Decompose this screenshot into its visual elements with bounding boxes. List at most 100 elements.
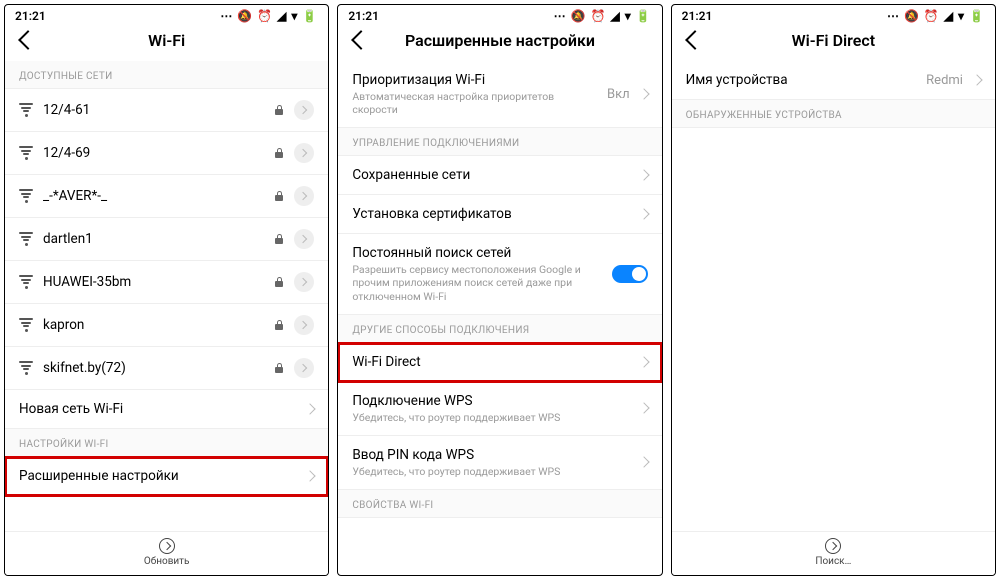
wifi-network-row[interactable]: skifnet.by(72) bbox=[5, 347, 328, 390]
screen-advanced: 21:21 ⋯ 🔕 ⏰ ◢ ▾ 🔋 Расширенные настройки … bbox=[337, 4, 662, 576]
network-name: HUAWEI-35bm bbox=[43, 274, 264, 290]
footer-label: Обновить bbox=[144, 556, 190, 567]
network-details-button[interactable] bbox=[294, 100, 314, 120]
saved-networks-label: Сохраненные сети bbox=[352, 167, 629, 183]
wifi-icon bbox=[19, 232, 33, 246]
wifi-icon bbox=[19, 103, 33, 117]
wps-connect-sub: Убедитесь, что роутер поддерживает WPS bbox=[352, 411, 629, 424]
header: Wi-Fi bbox=[5, 25, 328, 61]
wifi-icon bbox=[19, 318, 33, 332]
new-network-row[interactable]: Новая сеть Wi-Fi bbox=[5, 390, 328, 429]
back-icon[interactable] bbox=[351, 30, 371, 50]
status-icons: ⋯ 🔕 ⏰ ◢ ▾ 🔋 bbox=[220, 9, 318, 23]
wifi-network-row[interactable]: dartlen1 bbox=[5, 218, 328, 261]
refresh-icon bbox=[159, 538, 175, 554]
always-scan-row[interactable]: Постоянный поиск сетей Разрешить сервису… bbox=[338, 234, 661, 314]
section-wifi-props: СВОЙСТВА WI-FI bbox=[338, 490, 661, 518]
network-name: _-*AVER*-_ bbox=[43, 188, 264, 204]
saved-networks-row[interactable]: Сохраненные сети bbox=[338, 156, 661, 195]
section-wifi-settings: НАСТРОЙКИ WI-FI bbox=[5, 429, 328, 457]
wifi-icon bbox=[19, 189, 33, 203]
priority-value: Вкл bbox=[607, 87, 630, 102]
status-icons: ⋯ 🔕 ⏰ ◢ ▾ 🔋 bbox=[887, 9, 985, 23]
chevron-right-icon bbox=[638, 457, 649, 468]
wifi-network-row[interactable]: HUAWEI-35bm bbox=[5, 261, 328, 304]
network-name: 12/4-69 bbox=[43, 145, 264, 161]
screen-wifi-direct: 21:21 ⋯ 🔕 ⏰ ◢ ▾ 🔋 Wi-Fi Direct Имя устро… bbox=[671, 4, 996, 576]
lock-icon bbox=[274, 148, 284, 158]
advanced-settings-row[interactable]: Расширенные настройки bbox=[5, 457, 328, 496]
network-details-button[interactable] bbox=[294, 143, 314, 163]
content: Приоритизация Wi-Fi Автоматическая настр… bbox=[338, 61, 661, 575]
page-title: Wi-Fi Direct bbox=[672, 31, 995, 50]
network-details-button[interactable] bbox=[294, 186, 314, 206]
chevron-right-icon bbox=[638, 403, 649, 414]
back-icon[interactable] bbox=[685, 30, 705, 50]
lock-icon bbox=[274, 234, 284, 244]
chevron-right-icon bbox=[299, 235, 307, 243]
network-details-button[interactable] bbox=[294, 315, 314, 335]
wps-pin-sub: Убедитесь, что роутер поддерживает WPS bbox=[352, 465, 629, 478]
section-other-connect: ДРУГИЕ СПОСОБЫ ПОДКЛЮЧЕНИЯ bbox=[338, 315, 661, 343]
device-name-row[interactable]: Имя устройства Redmi bbox=[672, 61, 995, 100]
network-details-button[interactable] bbox=[294, 229, 314, 249]
footer-search[interactable]: Поиск… bbox=[672, 531, 995, 575]
header: Расширенные настройки bbox=[338, 25, 661, 61]
status-icons: ⋯ 🔕 ⏰ ◢ ▾ 🔋 bbox=[554, 9, 652, 23]
wps-connect-title: Подключение WPS bbox=[352, 393, 629, 409]
chevron-right-icon bbox=[299, 364, 307, 372]
device-name-value: Redmi bbox=[926, 73, 963, 88]
wifi-network-row[interactable]: 12/4-69 bbox=[5, 132, 328, 175]
wifi-direct-label: Wi-Fi Direct bbox=[352, 354, 629, 370]
always-scan-toggle[interactable] bbox=[612, 265, 648, 283]
wifi-icon bbox=[19, 361, 33, 375]
network-name: kapron bbox=[43, 317, 264, 333]
footer-refresh[interactable]: Обновить bbox=[5, 531, 328, 575]
chevron-right-icon bbox=[638, 88, 649, 99]
network-details-button[interactable] bbox=[294, 358, 314, 378]
content: ДОСТУПНЫЕ СЕТИ 12/4-61 12/4-69 _-*AVER*-… bbox=[5, 61, 328, 531]
wps-pin-row[interactable]: Ввод PIN кода WPS Убедитесь, что роутер … bbox=[338, 436, 661, 490]
network-details-button[interactable] bbox=[294, 272, 314, 292]
back-icon[interactable] bbox=[18, 30, 38, 50]
chevron-right-icon bbox=[638, 170, 649, 181]
chevron-right-icon bbox=[299, 278, 307, 286]
content: Имя устройства Redmi ОБНАРУЖЕННЫЕ УСТРОЙ… bbox=[672, 61, 995, 531]
network-name: 12/4-61 bbox=[43, 102, 264, 118]
network-name: skifnet.by(72) bbox=[43, 360, 264, 376]
chevron-right-icon bbox=[299, 321, 307, 329]
priority-title: Приоритизация Wi-Fi bbox=[352, 72, 597, 88]
chevron-right-icon bbox=[638, 356, 649, 367]
chevron-right-icon bbox=[305, 470, 316, 481]
wifi-network-row[interactable]: kapron bbox=[5, 304, 328, 347]
status-time: 21:21 bbox=[15, 9, 46, 23]
network-name: dartlen1 bbox=[43, 231, 264, 247]
priority-sub: Автоматическая настройка приоритетов ско… bbox=[352, 90, 597, 116]
wps-connect-row[interactable]: Подключение WPS Убедитесь, что роутер по… bbox=[338, 382, 661, 436]
wifi-icon bbox=[19, 146, 33, 160]
chevron-right-icon bbox=[299, 106, 307, 114]
install-certs-row[interactable]: Установка сертификатов bbox=[338, 195, 661, 234]
wifi-network-row[interactable]: 12/4-61 bbox=[5, 89, 328, 132]
statusbar: 21:21 ⋯ 🔕 ⏰ ◢ ▾ 🔋 bbox=[672, 5, 995, 25]
new-network-label: Новая сеть Wi-Fi bbox=[19, 401, 296, 417]
lock-icon bbox=[274, 277, 284, 287]
screen-wifi: 21:21 ⋯ 🔕 ⏰ ◢ ▾ 🔋 Wi-Fi ДОСТУПНЫЕ СЕТИ 1… bbox=[4, 4, 329, 576]
advanced-settings-label: Расширенные настройки bbox=[19, 468, 296, 484]
always-scan-sub: Разрешить сервису местоположения Google … bbox=[352, 263, 601, 302]
chevron-right-icon bbox=[305, 403, 316, 414]
page-title: Wi-Fi bbox=[5, 31, 328, 50]
device-name-label: Имя устройства bbox=[686, 72, 917, 88]
wifi-priority-row[interactable]: Приоритизация Wi-Fi Автоматическая настр… bbox=[338, 61, 661, 128]
wifi-direct-row[interactable]: Wi-Fi Direct bbox=[338, 343, 661, 382]
search-icon bbox=[825, 538, 841, 554]
status-time: 21:21 bbox=[682, 9, 713, 23]
wps-pin-title: Ввод PIN кода WPS bbox=[352, 447, 629, 463]
header: Wi-Fi Direct bbox=[672, 25, 995, 61]
lock-icon bbox=[274, 320, 284, 330]
lock-icon bbox=[274, 105, 284, 115]
chevron-right-icon bbox=[971, 74, 982, 85]
wifi-network-row[interactable]: _-*AVER*-_ bbox=[5, 175, 328, 218]
lock-icon bbox=[274, 191, 284, 201]
section-connection-mgmt: УПРАВЛЕНИЕ ПОДКЛЮЧЕНИЯМИ bbox=[338, 128, 661, 156]
